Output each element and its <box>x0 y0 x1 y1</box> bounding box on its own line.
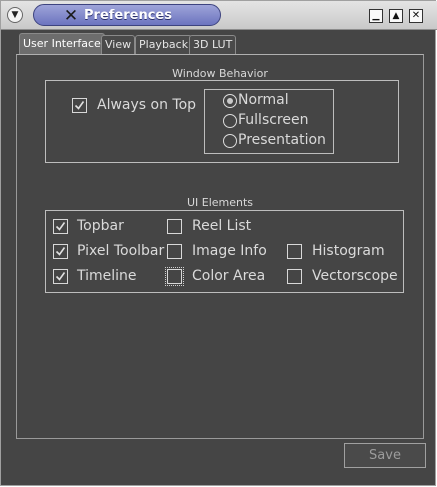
tab-3d-lut[interactable]: 3D LUT <box>189 35 237 54</box>
timeline-checkbox[interactable] <box>53 269 68 284</box>
tab-user-interface[interactable]: User Interface <box>19 33 105 54</box>
app-logo-icon: ✕ <box>63 6 79 26</box>
vectorscope-checkbox[interactable] <box>287 269 302 284</box>
window-behavior-title: Window Behavior <box>172 67 268 80</box>
maximize-icon: ▲ <box>392 11 400 21</box>
maximize-button[interactable]: ▲ <box>389 9 403 23</box>
reel-list-checkbox[interactable] <box>167 219 182 234</box>
minimize-button[interactable]: ▁ <box>369 9 383 23</box>
checkmark-icon <box>55 272 66 281</box>
tab-playback[interactable]: Playback <box>135 35 193 54</box>
histogram-label: Histogram <box>312 243 385 259</box>
minimize-icon: ▁ <box>372 11 380 21</box>
checkmark-icon <box>74 101 85 110</box>
pixel-toolbar-label: Pixel Toolbar <box>77 243 165 259</box>
save-button[interactable]: Save <box>344 443 426 468</box>
mode-presentation-radio[interactable] <box>223 134 237 148</box>
topbar-checkbox[interactable] <box>53 219 68 234</box>
reel-list-label: Reel List <box>192 218 252 234</box>
mode-normal-radio[interactable] <box>223 94 237 108</box>
ui-elements-title: UI Elements <box>186 196 254 209</box>
color-area-checkbox[interactable] <box>165 267 184 286</box>
mode-presentation-label: Presentation <box>238 132 326 148</box>
histogram-checkbox[interactable] <box>287 244 302 259</box>
window-title: Preferences <box>84 8 172 23</box>
title-pill: ✕ Preferences <box>33 4 221 26</box>
image-info-label: Image Info <box>192 243 267 259</box>
pixel-toolbar-checkbox[interactable] <box>53 244 68 259</box>
topbar-label: Topbar <box>77 218 124 234</box>
checkmark-icon <box>55 247 66 256</box>
always-on-top-checkbox[interactable] <box>72 98 87 113</box>
color-area-label: Color Area <box>192 268 266 284</box>
window-menu-button[interactable]: ▼ <box>7 7 23 23</box>
tab-view[interactable]: View <box>101 35 136 54</box>
title-bar[interactable]: ▼ ✕ Preferences ▁ ▲ ✕ <box>1 1 437 30</box>
checkmark-icon <box>55 222 66 231</box>
image-info-checkbox[interactable] <box>167 244 182 259</box>
always-on-top-label: Always on Top <box>97 97 197 113</box>
mode-fullscreen-label: Fullscreen <box>238 112 309 128</box>
chevron-down-icon: ▼ <box>11 10 19 20</box>
vectorscope-label: Vectorscope <box>312 268 398 284</box>
mode-fullscreen-radio[interactable] <box>223 114 237 128</box>
close-button[interactable]: ✕ <box>409 9 423 23</box>
close-icon: ✕ <box>411 10 421 21</box>
timeline-label: Timeline <box>77 268 137 284</box>
mode-normal-label: Normal <box>238 92 289 108</box>
preferences-window: ▼ ✕ Preferences ▁ ▲ ✕ User Interface Vie… <box>0 0 437 486</box>
